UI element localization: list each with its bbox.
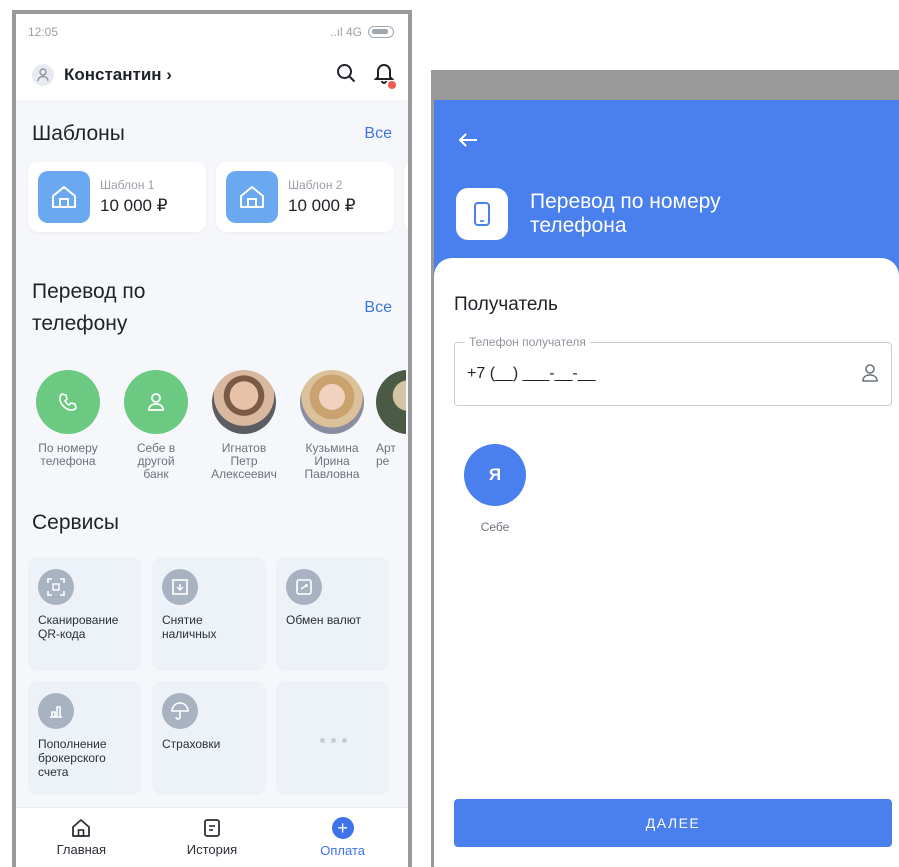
notification-badge [388,80,396,89]
user-avatar-icon [32,64,54,86]
phone-icon [36,370,100,434]
transfer-form: Получатель Телефон получателя +7 (__) __… [434,258,899,867]
contact-person[interactable]: Кузьмина Ирина Павловна [288,370,376,481]
service-cash-withdraw[interactable]: Снятие наличных [152,557,266,671]
service-label: Сканирование QR-кода [38,613,119,641]
template-amount: 10 000 ₽ [288,196,356,215]
profile-button[interactable]: Константин › [32,64,172,86]
back-arrow-icon[interactable] [458,132,478,153]
bottom-tab-bar: Главная История + Оплата [16,807,408,867]
contact-self-other-bank[interactable]: Себе в другой банк [112,370,200,481]
contacts-person-icon[interactable] [861,363,879,388]
smartphone-icon [456,188,508,240]
contacts-list: По номеру телефона Себе в другой банк Иг… [16,370,408,481]
avatar [376,370,406,434]
service-label: Обмен валют [286,613,361,627]
phone-transfer-header: Перевод по телефону Все [16,276,408,340]
cash-withdraw-icon [162,569,198,605]
qr-scan-icon [38,569,74,605]
service-currency-exchange[interactable]: Обмен валют [276,557,390,671]
house-icon [226,171,278,223]
history-icon [204,819,220,837]
status-time: 12:05 [28,25,59,39]
service-qr-scan[interactable]: Сканирование QR-кода [28,557,142,671]
phone-transfer-all-link[interactable]: Все [364,299,392,317]
template-amount: 10 000 ₽ [100,196,168,215]
contact-label: По номеру телефона [38,441,98,468]
contact-label: Игнатов Петр Алексеевич [211,441,277,481]
plus-icon: + [331,817,354,839]
tab-history[interactable]: История [157,818,267,857]
broker-chart-icon [38,693,74,729]
templates-list: Шаблон 1 10 000 ₽ Шаблон 2 10 000 ₽ [16,162,408,232]
templates-title: Шаблоны [32,122,125,145]
template-label: Шаблон 1 [100,178,155,192]
self-initial: Я [488,465,502,484]
service-insurance[interactable]: Страховки [152,681,266,795]
templates-all-link[interactable]: Все [364,125,392,143]
services-title: Сервисы [32,511,120,534]
currency-exchange-icon [286,569,322,605]
contact-label: Арт ре [376,441,396,468]
recipient-title: Получатель [454,294,558,315]
template-card-partial[interactable] [404,162,408,232]
tab-payment[interactable]: + Оплата [288,817,398,858]
transfer-title: Перевод по номеру телефона [530,190,721,237]
avatar [300,370,364,434]
contact-label: Кузьмина Ирина Павловна [304,441,360,481]
person-icon [124,370,188,434]
template-card[interactable]: Шаблон 1 10 000 ₽ [28,162,206,232]
service-label: Страховки [162,737,221,751]
tab-label: История [186,842,238,857]
services-header: Сервисы [16,511,408,535]
contact-label: Себе в другой банк [136,441,176,481]
service-broker-topup[interactable]: Пополнение брокерского счета [28,681,142,795]
contact-person-partial[interactable]: Арт ре [376,370,406,481]
service-more[interactable] [276,681,390,795]
phone-field-label: Телефон получателя [465,335,590,349]
template-label: Шаблон 2 [288,178,343,192]
home-icon [72,819,91,837]
recipient-phone-field[interactable]: Телефон получателя +7 (__) ___-__-__ [454,335,892,406]
transfer-screen: Перевод по номеру телефона Получатель Те… [431,70,899,867]
service-label: Пополнение брокерского счета [38,737,107,779]
status-bar: 12:05 ..ıl 4G [16,14,408,50]
tab-label: Главная [56,842,107,857]
self-recipient-label: Себе [480,520,510,534]
next-button[interactable]: ДАЛЕЕ [454,799,892,847]
transfer-title-row: Перевод по номеру телефона [456,188,760,240]
signal-indicator: ..ıl 4G [329,25,362,39]
profile-header: Константин › [16,50,408,100]
template-card[interactable]: Шаблон 2 10 000 ₽ [216,162,394,232]
self-recipient-button[interactable]: Я [464,444,526,506]
house-icon [38,171,90,223]
search-icon[interactable] [336,63,356,88]
service-label: Снятие наличных [162,613,217,641]
pagination-dots [276,738,390,743]
contact-person[interactable]: Игнатов Петр Алексеевич [200,370,288,481]
user-name: Константин › [64,65,172,84]
phone-field-value: +7 (__) ___-__-__ [467,365,596,382]
status-bar-placeholder [434,70,899,100]
main-screen: 12:05 ..ıl 4G Константин › Шаблоны Все Ш… [12,10,412,867]
phone-transfer-title: Перевод по телефону [32,280,146,335]
templates-header: Шаблоны Все [16,122,408,146]
battery-icon [368,26,394,38]
umbrella-icon [162,693,198,729]
screenshot-root: 12:05 ..ıl 4G Константин › Шаблоны Все Ш… [0,0,899,867]
contact-by-number[interactable]: По номеру телефона [24,370,112,481]
tab-label: Оплата [320,843,365,858]
notifications-bell-icon[interactable] [373,62,396,89]
tab-home[interactable]: Главная [26,818,136,857]
services-grid: Сканирование QR-кода Снятие наличных Обм… [16,557,408,795]
avatar [212,370,276,434]
